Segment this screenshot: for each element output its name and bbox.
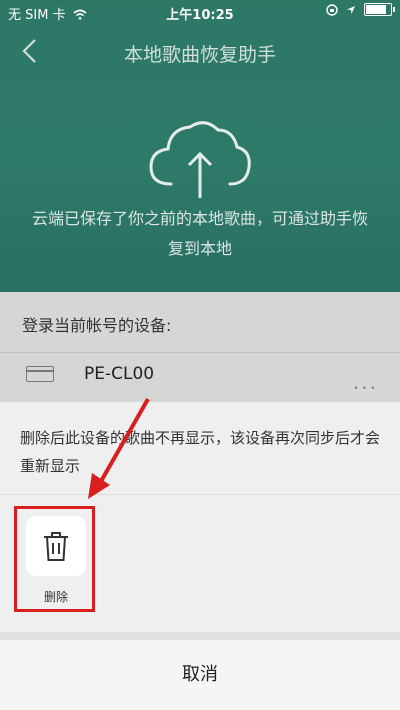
header: 无 SIM 卡 上午10:25 本地歌曲恢复助手 云端已保存了你之前的本地歌曲，… [0,0,400,292]
cancel-area: 取消 [0,632,400,710]
divider [0,494,400,495]
cloud-upload-icon [149,121,251,198]
cancel-button[interactable]: 取消 [0,640,400,710]
location-icon [347,5,355,14]
device-panel: 登录当前帐号的设备: PE-CL00 ... [0,292,400,402]
sheet-description: 删除后此设备的歌曲不再显示，该设备再次同步后才会重新显示 [20,429,381,475]
device-name[interactable]: PE-CL00 [84,364,154,384]
divider [0,632,400,640]
device-list-heading: 登录当前帐号的设备: [22,316,172,335]
more-icon[interactable]: ... [353,370,378,394]
annotation-arrow-icon [88,398,150,499]
divider [0,352,400,353]
battery-icon [364,3,395,16]
nav-bar: 本地歌曲恢复助手 [0,26,400,78]
annotation-highlight-box [14,506,95,612]
intro-text: 云端已保存了你之前的本地歌曲，可通过助手恢复到本地 [31,209,368,258]
device-icon [26,366,54,382]
status-bar: 无 SIM 卡 上午10:25 [0,0,400,26]
page-title: 本地歌曲恢复助手 [123,44,276,66]
lock-rotation-icon [326,3,338,16]
